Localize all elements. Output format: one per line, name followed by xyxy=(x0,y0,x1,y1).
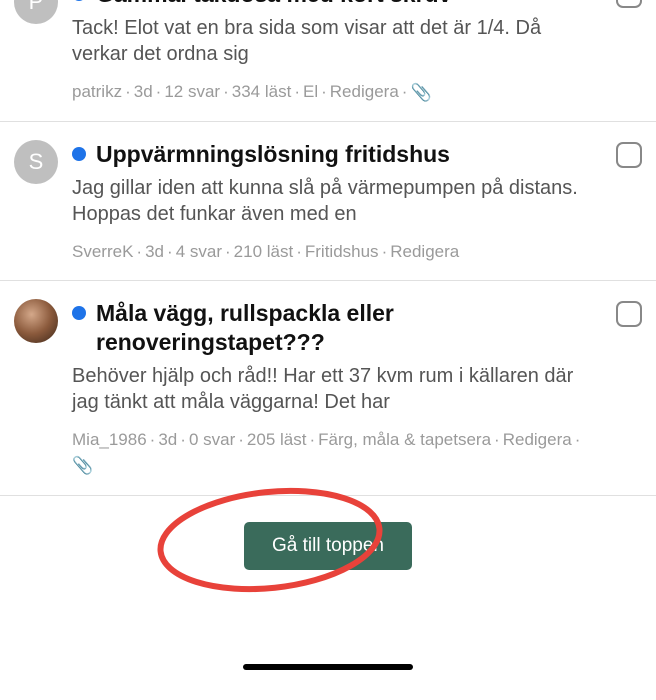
thread-category[interactable]: El xyxy=(303,82,318,101)
thread-item[interactable]: Måla vägg, rullspackla eller renoverings… xyxy=(0,281,656,495)
thread-category[interactable]: Fritidshus xyxy=(305,242,379,261)
thread-category[interactable]: Färg, måla & tapetsera xyxy=(318,430,491,449)
thread-replies: 0 svar xyxy=(189,430,235,449)
thread-views: 334 läst xyxy=(232,82,292,101)
thread-edit[interactable]: Redigera xyxy=(390,242,459,261)
avatar[interactable] xyxy=(14,299,58,343)
thread-content: Måla vägg, rullspackla eller renoverings… xyxy=(72,299,602,478)
home-indicator[interactable] xyxy=(243,664,413,670)
unread-dot-icon xyxy=(72,0,86,1)
thread-age: 3d xyxy=(145,242,164,261)
footer: Gå till toppen xyxy=(0,496,656,570)
thread-snippet: Behöver hjälp och råd!! Har ett 37 kvm r… xyxy=(72,363,602,415)
thread-age: 3d xyxy=(134,82,153,101)
thread-replies: 12 svar xyxy=(164,82,220,101)
thread-content: Gammal takdosa med kort skruv Tack! Elot… xyxy=(72,0,602,105)
thread-title[interactable]: Måla vägg, rullspackla eller renoverings… xyxy=(96,299,602,357)
unread-dot-icon xyxy=(72,306,86,320)
go-to-top-button[interactable]: Gå till toppen xyxy=(244,522,412,570)
thread-item[interactable]: P Gammal takdosa med kort skruv Tack! El… xyxy=(0,0,656,122)
thread-replies: 4 svar xyxy=(176,242,222,261)
select-checkbox[interactable] xyxy=(616,301,642,327)
avatar[interactable]: P xyxy=(14,0,58,24)
thread-snippet: Jag gillar iden att kunna slå på värmepu… xyxy=(72,175,602,227)
unread-dot-icon xyxy=(72,147,86,161)
avatar[interactable]: S xyxy=(14,140,58,184)
thread-views: 210 läst xyxy=(234,242,294,261)
thread-author[interactable]: SverreK xyxy=(72,242,133,261)
thread-edit[interactable]: Redigera xyxy=(330,82,399,101)
paperclip-icon: 📎 xyxy=(410,80,431,106)
thread-list: P Gammal takdosa med kort skruv Tack! El… xyxy=(0,0,656,496)
thread-snippet: Tack! Elot vat en bra sida som visar att… xyxy=(72,15,602,67)
thread-views: 205 läst xyxy=(247,430,307,449)
select-checkbox[interactable] xyxy=(616,0,642,8)
thread-meta: patrikz·3d·12 svar·334 läst·El·Redigera·… xyxy=(72,79,602,105)
select-checkbox[interactable] xyxy=(616,142,642,168)
thread-item[interactable]: S Uppvärmningslösning fritidshus Jag gil… xyxy=(0,122,656,281)
thread-title[interactable]: Gammal takdosa med kort skruv xyxy=(96,0,451,9)
thread-age: 3d xyxy=(158,430,177,449)
thread-content: Uppvärmningslösning fritidshus Jag gilla… xyxy=(72,140,602,264)
thread-meta: Mia_1986·3d·0 svar·205 läst·Färg, måla &… xyxy=(72,427,602,479)
thread-author[interactable]: patrikz xyxy=(72,82,122,101)
thread-author[interactable]: Mia_1986 xyxy=(72,430,147,449)
paperclip-icon: 📎 xyxy=(72,453,93,479)
thread-edit[interactable]: Redigera xyxy=(503,430,572,449)
thread-title[interactable]: Uppvärmningslösning fritidshus xyxy=(96,140,450,169)
thread-meta: SverreK·3d·4 svar·210 läst·Fritidshus·Re… xyxy=(72,239,602,265)
